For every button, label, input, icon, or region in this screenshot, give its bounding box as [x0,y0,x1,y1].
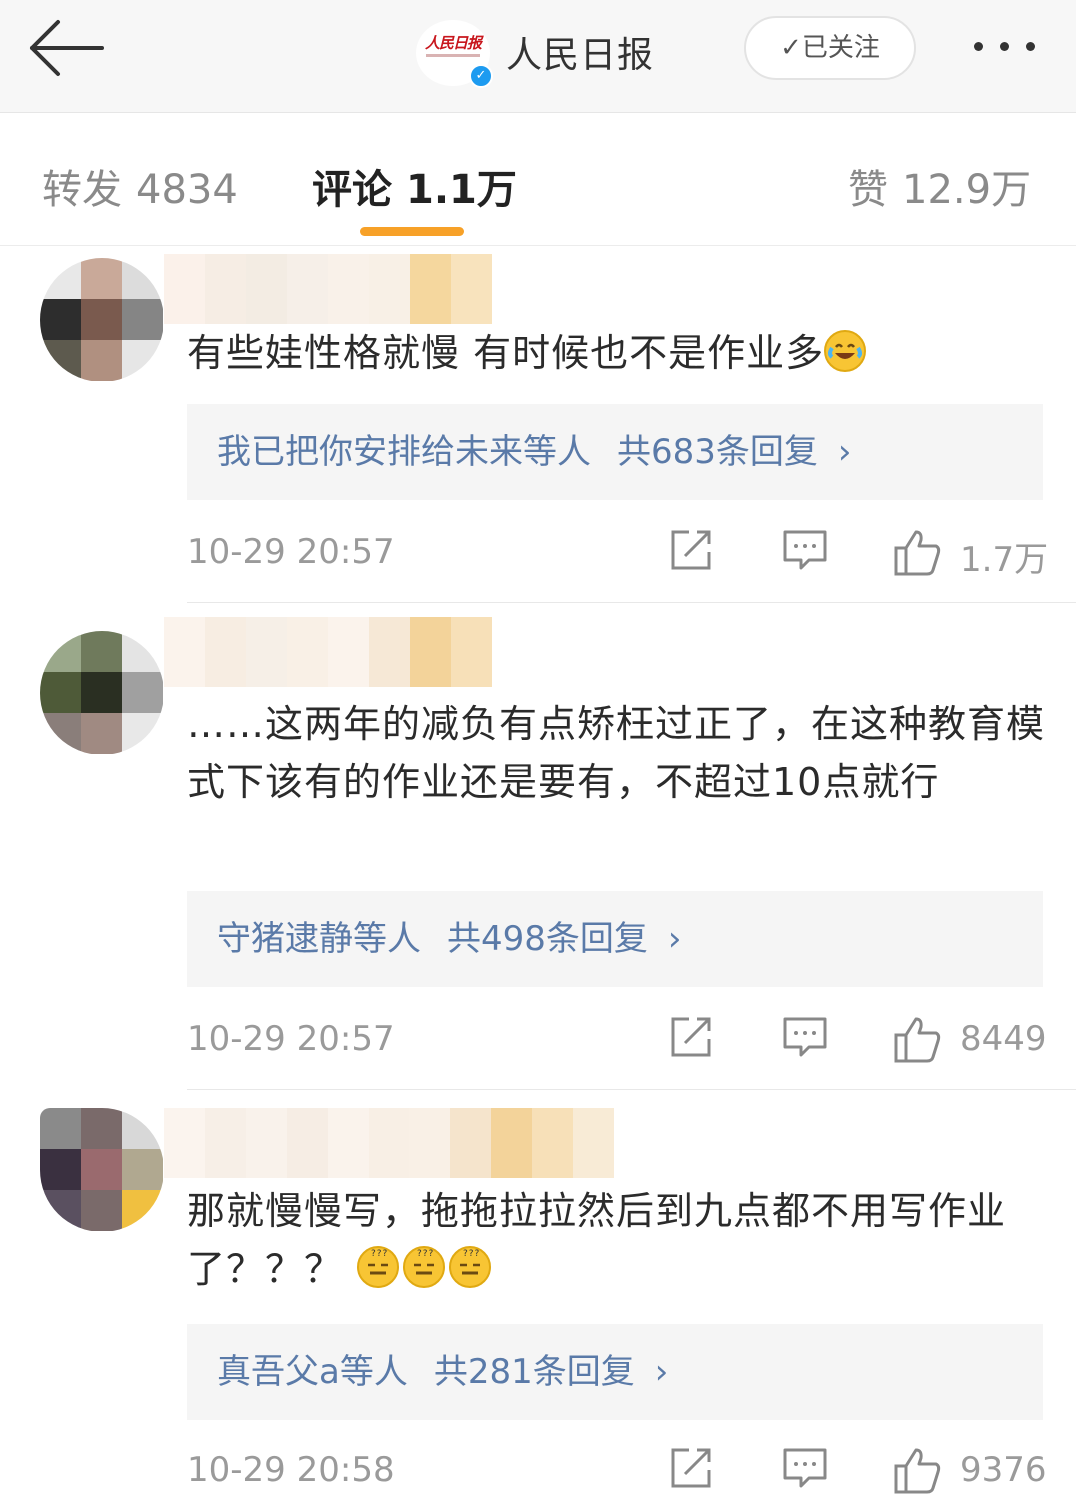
active-tab-indicator [360,227,464,236]
like-button[interactable]: 8449 [892,1013,1047,1065]
comment-item: 那就慢慢写，拖拖拉拉然后到九点都不用写作业了？？？ ??? ??? ??? 真吾… [0,1090,1076,1502]
like-count: 8449 [960,1019,1047,1059]
comment-reply-icon[interactable] [781,1013,829,1065]
dizzy-face-emoji-icon: ??? [449,1246,492,1288]
more-options-icon[interactable] [974,36,1054,60]
comment-meta: 10-29 20:57 1.7万 [187,524,1048,584]
comment-text-content: 那就慢慢写，拖拖拉拉然后到九点都不用写作业了？？？ [187,1189,1007,1291]
tab-like-label: 赞 [848,167,888,213]
like-button[interactable]: 9376 [892,1444,1047,1496]
tab-bar: 转发 4834 评论 1.1万 赞 12.9万 [0,113,1076,246]
svg-text:???: ??? [417,1249,434,1259]
share-icon[interactable] [667,1444,715,1496]
comment-text: 那就慢慢写，拖拖拉拉然后到九点都不用写作业了？？？ ??? ??? ??? [187,1182,1047,1298]
tab-comment[interactable]: 评论 1.1万 [312,157,517,215]
dizzy-face-emoji-icon: ??? [357,1246,400,1288]
tab-repost-count: 4834 [136,167,238,213]
logo-underline [426,54,480,57]
top-bar: 人民日报 ✓ 人民日报 ✓已关注 [0,0,1076,113]
reply-users: 真吾父a等人 [217,1352,408,1392]
laughing-crying-emoji-icon [824,330,867,372]
tab-like[interactable]: 赞 12.9万 [848,157,1031,215]
reply-count: 共498条回复 [447,919,648,959]
tab-repost[interactable]: 转发 4834 [42,157,238,215]
share-icon[interactable] [667,1013,715,1065]
reply-summary[interactable]: 我已把你安排给未来等人 共683条回复 › [187,404,1043,500]
tab-repost-label: 转发 [42,167,122,213]
back-arrow-icon[interactable] [22,14,112,84]
tab-comment-label: 评论 [312,167,392,213]
verified-badge-icon: ✓ [469,64,493,88]
dizzy-face-emoji-icon: ??? [403,1246,446,1288]
tab-comment-count: 1.1万 [406,167,517,213]
reply-count: 共281条回复 [433,1352,635,1392]
reply-summary[interactable]: 真吾父a等人 共281条回复 › [187,1324,1043,1420]
avatar[interactable] [40,258,164,382]
comment-text: 有些娃性格就慢 有时候也不是作业多 [187,324,1047,382]
nickname-blurred[interactable] [164,1108,614,1178]
reply-users: 我已把你安排给未来等人 [217,432,591,472]
comment-reply-icon[interactable] [781,526,829,578]
thumbs-up-icon [894,1448,941,1494]
follow-button[interactable]: ✓已关注 [744,16,916,80]
like-count: 9376 [960,1450,1047,1490]
account-name[interactable]: 人民日报 [506,26,654,78]
nickname-blurred[interactable] [164,254,492,324]
comment-text-content: 有些娃性格就慢 有时候也不是作业多 [187,331,825,375]
reply-users: 守猪逮静等人 [217,919,421,959]
logo-text: 人民日报 [424,34,482,52]
thumbs-up-icon [894,530,941,576]
chevron-right-icon: › [654,1352,669,1392]
comment-item: ……这两年的减负有点矫枉过正了，在这种教育模式下该有的作业还是要有，不超过10点… [0,603,1076,1090]
reply-count: 共683条回复 [617,432,818,472]
tab-like-count: 12.9万 [902,167,1032,213]
comment-meta: 10-29 20:57 8449 [187,1011,1047,1071]
comment-time: 10-29 20:57 [187,1019,395,1059]
like-count: 1.7万 [960,540,1049,580]
share-icon[interactable] [667,526,715,578]
svg-text:???: ??? [371,1249,388,1259]
comment-time: 10-29 20:57 [187,532,395,572]
comment-time: 10-29 20:58 [187,1450,395,1490]
chevron-right-icon: › [837,432,852,472]
reply-summary[interactable]: 守猪逮静等人 共498条回复 › [187,891,1043,987]
comment-reply-icon[interactable] [781,1444,829,1496]
avatar[interactable] [40,631,164,755]
comment-item: 有些娃性格就慢 有时候也不是作业多 我已把你安排给未来等人 共683条回复 › 10… [0,246,1076,603]
avatar[interactable] [40,1108,164,1232]
comment-meta: 10-29 20:58 9376 [187,1442,1047,1502]
comment-text: ……这两年的减负有点矫枉过正了，在这种教育模式下该有的作业还是要有，不超过10点… [187,702,1046,804]
svg-text:???: ??? [463,1249,480,1259]
thumbs-up-icon [894,1017,941,1063]
nickname-blurred[interactable] [164,617,492,687]
chevron-right-icon: › [667,919,682,959]
like-button[interactable]: 1.7万 [892,526,1048,580]
